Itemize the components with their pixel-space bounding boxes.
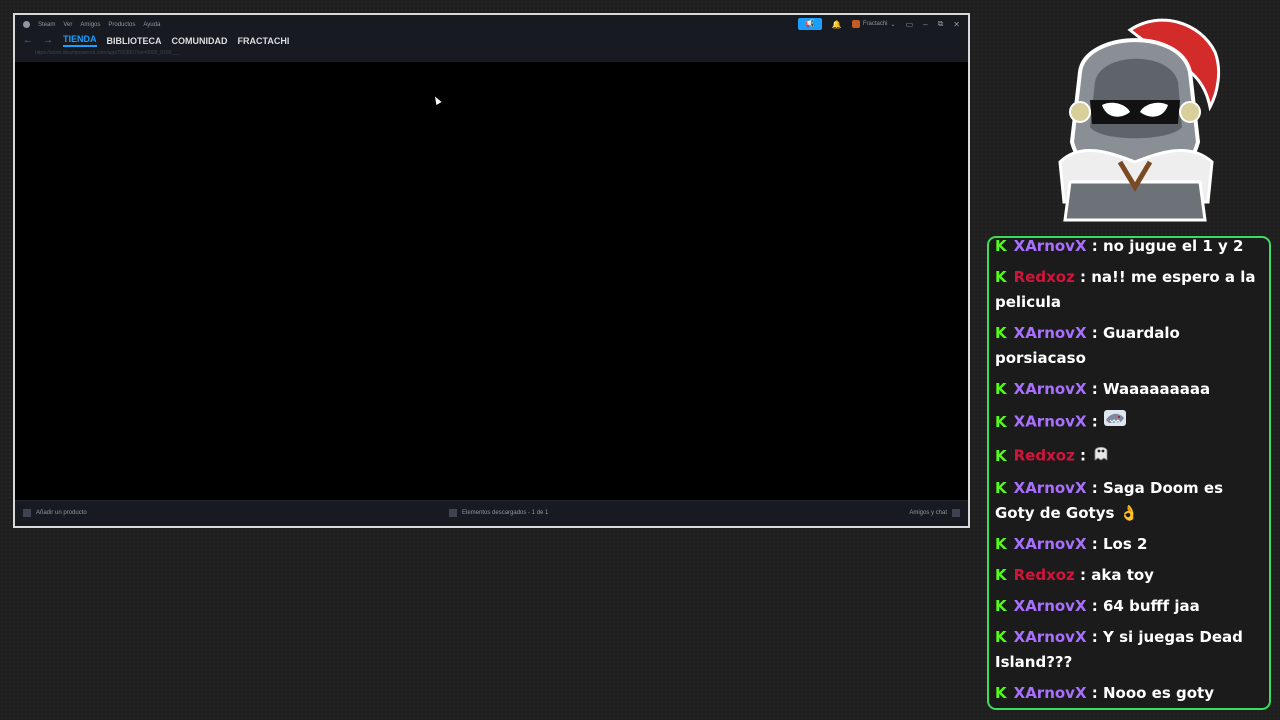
steam-top-right: 📢 🔔 Fractachi ⌄ ▭ – ⧉ ✕ [797, 18, 960, 30]
chat-message: K Redxoz : aka toy [995, 563, 1265, 588]
friends-chat-label: Amigos y chat [909, 510, 947, 516]
chat-message: K XArnovX : Guardalo porsiacaso [995, 321, 1265, 371]
kick-badge-icon: K [995, 566, 1007, 584]
chat-box: K XArnovX : no jugue el 1 y 2 K Redxoz : na… [987, 236, 1271, 710]
chat-username[interactable]: XArnovX [1014, 535, 1087, 553]
menu-item-ayuda[interactable]: Ayuda [143, 22, 160, 28]
chat-username[interactable]: XArnovX [1014, 628, 1087, 646]
chat-separator: : [1086, 380, 1103, 398]
chat-separator: : [1086, 412, 1103, 431]
kick-badge-icon: K [995, 597, 1007, 615]
chat-message: K Redxoz : [995, 442, 1265, 470]
kick-badge-icon: K [995, 479, 1007, 497]
chat-text: aka toy [1091, 566, 1154, 584]
url-bar[interactable]: https://store.steampowered.com/app/79230… [35, 50, 180, 56]
knight-mascot-image [1058, 18, 1221, 222]
kick-badge-icon: K [995, 268, 1007, 286]
close-icon[interactable]: ✕ [953, 20, 960, 29]
kick-badge-icon: K [995, 628, 1007, 646]
steam-titlebar: Steam Ver Amigos Productos Ayuda ← → TIE… [15, 15, 968, 62]
chat-message: K XArnovX : Y si juegas Dead Island??? [995, 625, 1265, 675]
chat-message: K XArnovX : 64 bufff jaa [995, 594, 1265, 619]
tab-biblioteca[interactable]: BIBLIOTECA [107, 36, 162, 46]
minimize-icon[interactable]: – [923, 20, 927, 29]
chat-username[interactable]: XArnovX [1014, 238, 1087, 255]
steam-logo-icon [23, 21, 30, 28]
chat-username[interactable]: XArnovX [1014, 380, 1087, 398]
kick-badge-icon: K [995, 535, 1007, 553]
chat-separator: : [1074, 268, 1092, 286]
steam-window: Steam Ver Amigos Productos Ayuda ← → TIE… [13, 13, 970, 528]
tab-fractachi[interactable]: FRACTACHI [238, 36, 290, 46]
menu-item-ver[interactable]: Ver [63, 22, 72, 28]
chat-separator: : [1074, 446, 1092, 465]
menu-item-productos[interactable]: Productos [108, 22, 135, 28]
announcement-button[interactable]: 📢 [797, 18, 822, 30]
chat-separator: : [1086, 237, 1103, 255]
chat-separator: : [1086, 479, 1103, 497]
user-menu[interactable]: Fractachi ⌄ [851, 20, 896, 28]
chat-username[interactable]: XArnovX [1014, 413, 1087, 431]
downloads-button[interactable]: Elementos descargados - 1 de 1 [449, 509, 548, 517]
ghost-emote [1091, 442, 1111, 470]
menu-item-amigos[interactable]: Amigos [80, 22, 100, 28]
chat-username[interactable]: XArnovX [1014, 684, 1087, 702]
kick-badge-icon: K [995, 380, 1007, 398]
add-product-label: Añadir un producto [36, 510, 87, 516]
chat-separator: : [1086, 597, 1103, 615]
back-arrow-icon[interactable]: ← [23, 35, 33, 46]
bell-icon[interactable]: 🔔 [832, 20, 842, 29]
steam-menu-bar: Steam Ver Amigos Productos Ayuda [23, 21, 160, 28]
chat-list: K XArnovX : no jugue el 1 y 2 K Redxoz : na… [995, 237, 1265, 708]
chat-text: 64 bufff jaa [1102, 597, 1200, 615]
mouse-cursor-icon [432, 95, 442, 105]
kick-badge-icon: K [995, 412, 1007, 431]
kick-badge-icon: K [995, 237, 1007, 255]
chat-separator: : [1086, 324, 1103, 342]
chat-text: Los 2 [1102, 535, 1148, 553]
chat-message: K XArnovX : Waaaaaaaaa [995, 377, 1265, 402]
username-label: Fractachi [862, 21, 888, 27]
chat-separator: : [1086, 628, 1103, 646]
chat-message: K XArnovX : Los 2 [995, 532, 1265, 557]
downloads-label: Elementos descargados - 1 de 1 [462, 510, 549, 516]
tab-comunidad[interactable]: COMUNIDAD [172, 36, 228, 46]
chat-message: K XArnovX : no jugue el 1 y 2 [995, 237, 1265, 259]
add-product-button[interactable]: Añadir un producto [23, 509, 87, 517]
chat-message: K XArnovX : Nooo es goty [995, 681, 1265, 706]
kick-badge-icon: K [995, 684, 1007, 702]
monitor-icon[interactable]: ▭ [906, 20, 914, 29]
chat-message: K XArnovX : Saga Doom es Goty de Gotys 👌 [995, 476, 1265, 526]
steam-nav: ← → TIENDA BIBLIOTECA COMUNIDAD FRACTACH… [23, 34, 289, 47]
chevron-down-icon: ⌄ [890, 21, 896, 28]
chat-username[interactable]: Redxoz [1014, 447, 1075, 465]
chat-separator: : [1074, 566, 1092, 584]
chat-text: Waaaaaaaaa [1102, 380, 1211, 398]
chat-username[interactable]: XArnovX [1014, 324, 1087, 342]
chat-separator: : [1086, 684, 1103, 702]
friends-icon [952, 509, 960, 517]
steam-bottom-bar: Añadir un producto Elementos descargados… [15, 500, 968, 526]
download-icon [449, 509, 457, 517]
forward-arrow-icon[interactable]: → [43, 35, 53, 46]
avatar [851, 20, 860, 28]
maximize-icon[interactable]: ⧉ [938, 19, 944, 29]
friends-chat-button[interactable]: Amigos y chat [909, 509, 960, 517]
chat-username[interactable]: Redxoz [1014, 566, 1075, 584]
chat-username[interactable]: XArnovX [1014, 597, 1087, 615]
chat-username[interactable]: XArnovX [1014, 479, 1087, 497]
chat-message: K Redxoz : na!! me espero a la pelicula [995, 265, 1265, 315]
kick-badge-icon: K [995, 324, 1007, 342]
store-content[interactable] [15, 62, 968, 501]
tab-tienda[interactable]: TIENDA [63, 34, 97, 47]
chat-message: K XArnovX : [995, 408, 1265, 436]
plus-icon [23, 509, 31, 517]
menu-item-steam[interactable]: Steam [38, 22, 55, 28]
chat-separator: : [1086, 535, 1103, 553]
chat-username[interactable]: Redxoz [1014, 268, 1075, 286]
kick-badge-icon: K [995, 446, 1007, 465]
chat-text: Nooo es goty [1102, 684, 1214, 702]
shark-emote [1103, 408, 1127, 436]
chat-text: no jugue el 1 y 2 [1102, 237, 1244, 255]
